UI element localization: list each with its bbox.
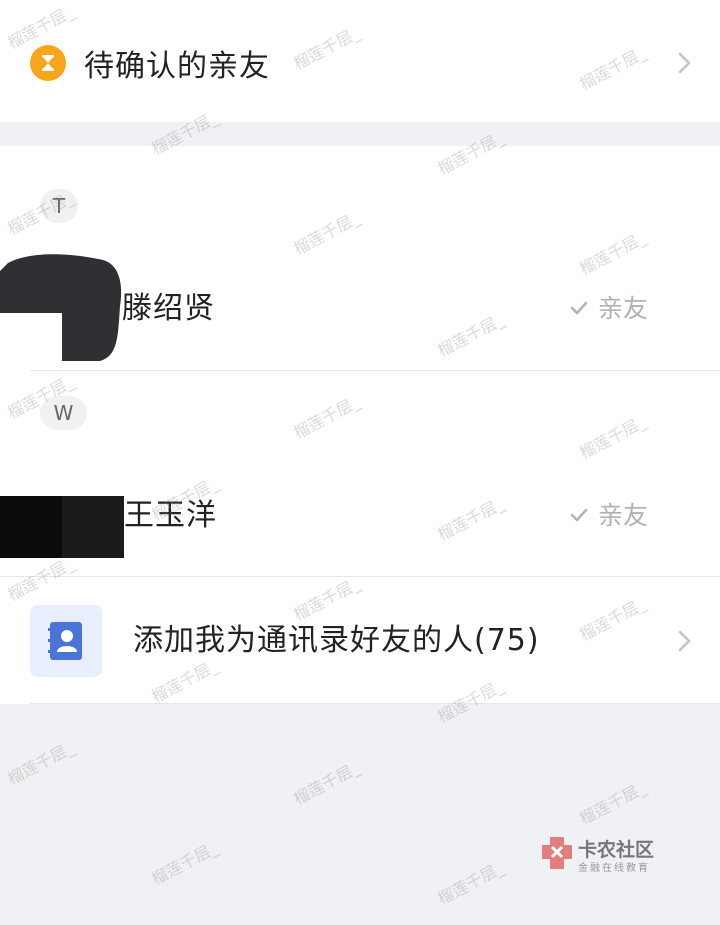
hourglass-icon <box>30 45 66 81</box>
check-icon <box>570 301 588 315</box>
watermark: 榴莲千层_ <box>4 738 77 789</box>
avatar <box>0 496 124 558</box>
pending-friends-row[interactable]: 待确认的亲友 <box>0 0 720 122</box>
watermark: 榴莲千层_ <box>576 778 649 829</box>
status-label: 亲友 <box>598 294 649 323</box>
section-letter-t: T <box>40 189 78 223</box>
chevron-right-icon <box>678 52 691 74</box>
contact-book-icon <box>30 605 102 677</box>
logo-tagline: 金融在线教育 <box>578 863 650 874</box>
logo-mark-icon <box>542 837 572 869</box>
divider <box>30 703 720 704</box>
contact-name: 王玉洋 <box>124 498 217 533</box>
watermark: 榴莲千层_ <box>148 838 221 889</box>
watermark: 榴莲千层_ <box>434 858 507 909</box>
address-book-friends-label: 添加我为通讯录好友的人(75) <box>133 623 540 658</box>
watermark: 榴莲千层_ <box>290 758 363 809</box>
status-label: 亲友 <box>598 501 649 530</box>
check-icon <box>570 508 588 522</box>
contact-list: T 滕绍贤 亲友 W 王玉洋 亲友 添加我为通讯录好友的人(75) <box>0 146 720 704</box>
logo-name: 卡农社区 <box>578 839 655 861</box>
chevron-right-icon <box>678 630 691 652</box>
site-logo: 卡农社区 金融在线教育 <box>540 835 665 875</box>
contact-name: 滕绍贤 <box>122 291 215 326</box>
section-letter-w: W <box>40 396 87 430</box>
page: 待确认的亲友 T 滕绍贤 亲友 W 王玉洋 亲友 添加我为通讯录好友的人(75)… <box>0 0 720 925</box>
avatar <box>0 254 122 361</box>
divider <box>30 370 720 371</box>
pending-friends-label: 待确认的亲友 <box>84 49 270 84</box>
address-book-friends-row[interactable]: 添加我为通讯录好友的人(75) <box>0 577 720 704</box>
